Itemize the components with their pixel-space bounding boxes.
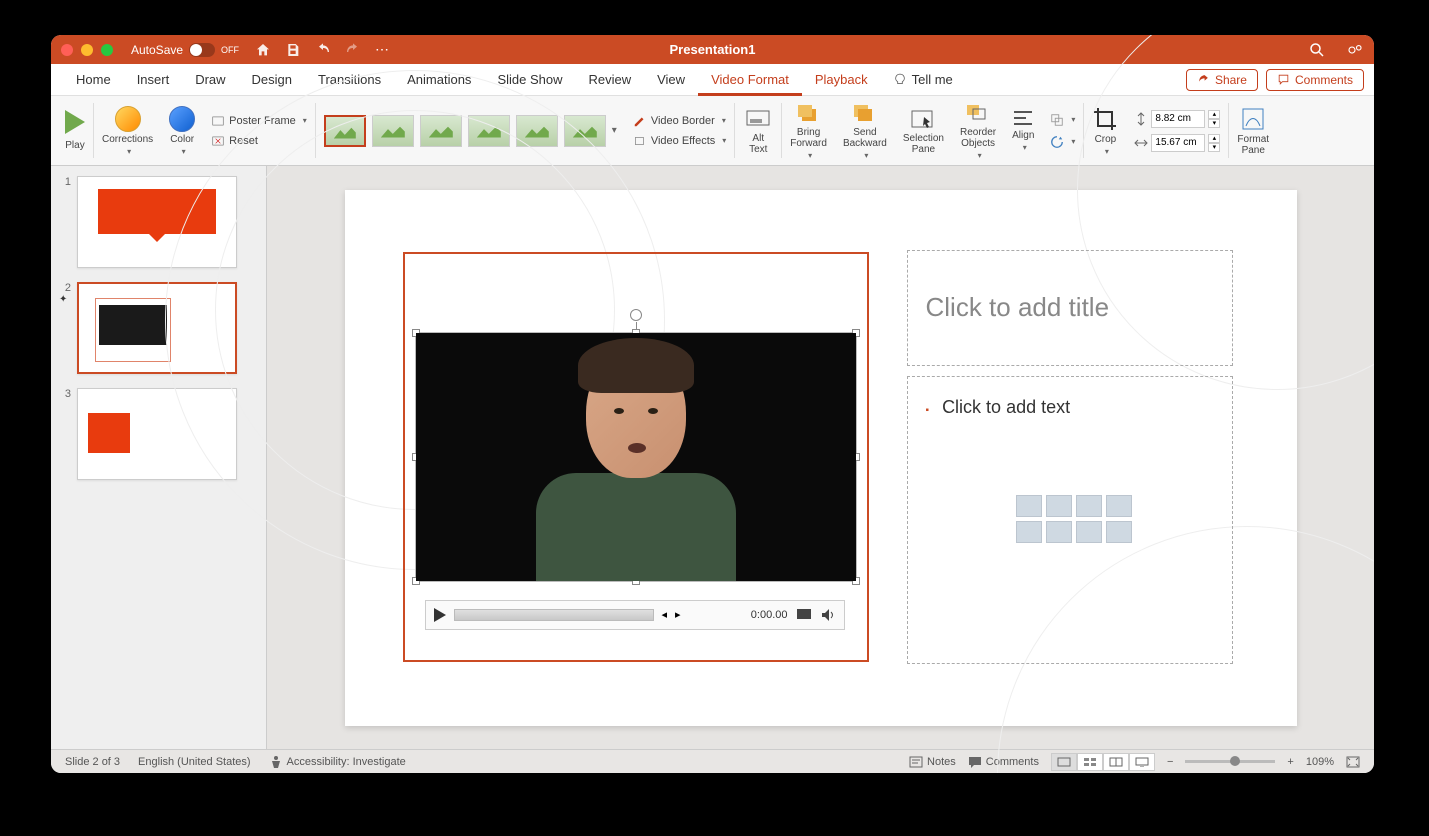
poster-frame-icon [211, 114, 225, 128]
notes-button[interactable]: Notes [909, 756, 956, 768]
home-icon[interactable] [255, 42, 271, 58]
rotate-icon [1050, 135, 1064, 149]
volume-icon[interactable] [820, 608, 836, 622]
animation-star-icon: ✦ [59, 294, 71, 305]
selection-pane-icon [908, 107, 938, 131]
video-effects-button[interactable]: Video Effects [633, 132, 726, 150]
more-icon[interactable]: ⋯ [375, 41, 389, 58]
effects-icon [633, 134, 647, 148]
bring-forward-icon [794, 101, 824, 125]
bring-forward-button[interactable]: Bring Forward [782, 96, 835, 165]
slide-indicator[interactable]: Slide 2 of 3 [65, 756, 120, 768]
tab-insert[interactable]: Insert [124, 64, 183, 96]
slide-canvas-area[interactable]: ◂ ▸ 0:00.00 Click to add title Click to … [267, 166, 1374, 749]
tab-playback[interactable]: Playback [802, 64, 881, 96]
reset-icon [211, 134, 225, 148]
content-icons-grid[interactable] [1016, 495, 1146, 543]
tab-view[interactable]: View [644, 64, 698, 96]
undo-icon[interactable] [315, 42, 331, 58]
save-icon[interactable] [285, 42, 301, 58]
reorder-icon [963, 101, 993, 125]
playbar-prev-icon[interactable]: ◂ [662, 608, 668, 621]
color-circle-icon [169, 106, 195, 132]
rotate-button[interactable] [1050, 133, 1075, 151]
autosave-state: OFF [221, 45, 239, 55]
window-close-button[interactable] [61, 44, 73, 56]
color-button[interactable]: Color [161, 96, 203, 165]
slide-canvas[interactable]: ◂ ▸ 0:00.00 Click to add title Click to … [345, 190, 1297, 726]
autosave-toggle[interactable]: AutoSave OFF [131, 43, 239, 57]
window-minimize-button[interactable] [81, 44, 93, 56]
tab-video-format[interactable]: Video Format [698, 64, 802, 96]
send-backward-button[interactable]: Send Backward [835, 96, 895, 165]
autosave-switch[interactable] [189, 43, 215, 57]
sun-icon [115, 106, 141, 132]
pen-icon [633, 114, 647, 128]
accessibility-button[interactable]: Accessibility: Investigate [269, 755, 406, 769]
tab-review[interactable]: Review [575, 64, 644, 96]
notes-icon [909, 756, 923, 768]
alt-text-icon [743, 107, 773, 131]
gallery-more-icon[interactable]: ▾ [612, 125, 617, 136]
playbar-time: 0:00.00 [751, 609, 788, 621]
caption-icon[interactable] [796, 608, 812, 622]
tell-me-search[interactable]: Tell me [893, 72, 953, 87]
thumb-num-3: 3 [59, 388, 71, 400]
playbar-play-button[interactable] [434, 608, 446, 622]
tab-draw[interactable]: Draw [182, 64, 238, 96]
selection-pane-button[interactable]: Selection Pane [895, 96, 952, 165]
playbar-track[interactable] [454, 609, 654, 621]
playbar-next-icon[interactable]: ▸ [675, 608, 681, 621]
corrections-button[interactable]: Corrections [94, 96, 161, 165]
redo-icon[interactable] [345, 42, 361, 58]
thumb-num-1: 1 [59, 176, 71, 188]
window-maximize-button[interactable] [101, 44, 113, 56]
lightbulb-icon [893, 73, 907, 87]
accessibility-icon [269, 755, 283, 769]
tab-home[interactable]: Home [63, 64, 124, 96]
alt-text-button[interactable]: Alt Text [735, 96, 781, 165]
rotate-handle[interactable] [630, 309, 642, 321]
zoom-slider[interactable] [1185, 760, 1275, 763]
play-icon [65, 110, 85, 134]
autosave-label: AutoSave [131, 43, 183, 57]
align-icon [1012, 110, 1034, 128]
video-object[interactable] [415, 332, 857, 582]
reorder-objects-button[interactable]: Reorder Objects [952, 96, 1004, 165]
thumb-num-2: 2 [59, 282, 71, 294]
tab-design[interactable]: Design [239, 64, 305, 96]
group-icon [1050, 113, 1064, 127]
text-placeholder[interactable]: Click to add text [907, 376, 1233, 664]
video-border-button[interactable]: Video Border [633, 112, 726, 130]
language-indicator[interactable]: English (United States) [138, 756, 251, 768]
group-button[interactable] [1050, 111, 1075, 129]
align-button[interactable]: Align [1004, 96, 1042, 165]
comment-status-icon [968, 756, 982, 768]
tell-me-label: Tell me [912, 72, 953, 87]
video-playbar: ◂ ▸ 0:00.00 [425, 600, 845, 630]
send-backward-icon [850, 101, 880, 125]
title-placeholder[interactable]: Click to add title [907, 250, 1233, 366]
video-frame [416, 333, 856, 581]
document-title: Presentation1 [670, 42, 756, 57]
play-button[interactable]: Play [57, 96, 93, 165]
